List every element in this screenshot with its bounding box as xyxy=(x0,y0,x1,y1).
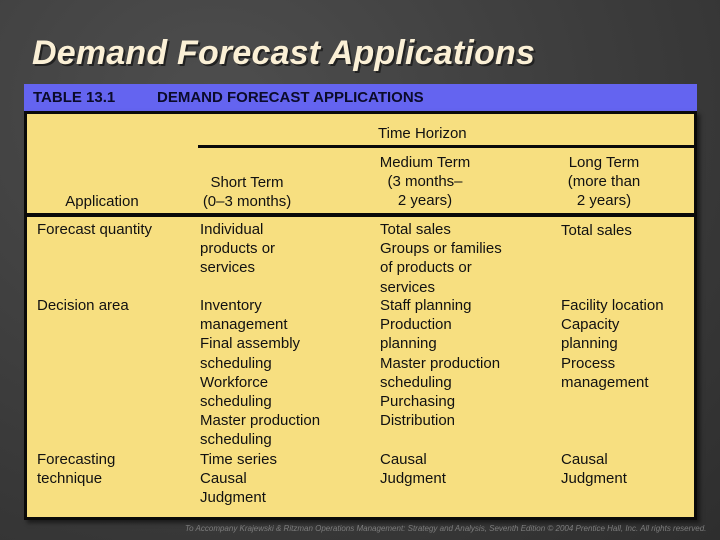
header-line: Long Term xyxy=(568,154,640,171)
cell-line: services xyxy=(200,259,256,277)
cell-line: Distribution xyxy=(380,412,456,430)
cell-line: Causal xyxy=(561,451,608,468)
header-line: 2 years) xyxy=(397,192,453,210)
cell-line: management xyxy=(561,373,649,391)
cell-long: Total sales xyxy=(561,221,632,240)
cell-short: Inventory management Final assembly schedul… xyxy=(200,296,320,450)
header-line: (more than xyxy=(567,173,641,191)
cell-line: Total sales xyxy=(380,221,451,238)
forecast-table: Time Horizon Application Short Term (0–3… xyxy=(24,111,697,520)
cell-line: products or xyxy=(200,240,276,258)
cell-line: scheduling xyxy=(200,431,272,449)
cell-line: Time series xyxy=(200,451,277,468)
column-header-application: Application xyxy=(65,193,139,210)
header-line: (3 months– xyxy=(387,173,463,191)
cell-medium: Total sales Groups or families of products… xyxy=(380,220,502,297)
cell-line: planning xyxy=(380,335,437,353)
cell-long: Causal Judgment xyxy=(561,450,627,488)
cell-line: Decision area xyxy=(37,297,129,314)
cell-medium: Staff planning Production planning Master p… xyxy=(380,296,500,430)
cell-line: Inventory xyxy=(200,297,262,314)
table-caption: DEMAND FORECAST APPLICATIONS xyxy=(157,89,424,106)
cell-line: Forecasting xyxy=(37,451,116,468)
slide-title: Demand Forecast Applications xyxy=(32,34,536,72)
cell-line: Forecast quantity xyxy=(37,221,153,238)
cell-short: Time series Causal Judgment xyxy=(200,450,277,508)
cell-application: Forecasting technique xyxy=(37,450,115,488)
cell-line: Final assembly xyxy=(200,335,301,353)
column-header-long-term: Long Term (more than 2 years) xyxy=(539,153,669,211)
cell-line: management xyxy=(200,316,288,334)
cell-line: Individual xyxy=(200,221,264,238)
header-line: (0–3 months) xyxy=(202,193,292,211)
cell-line: scheduling xyxy=(200,354,272,372)
cell-line: Capacity xyxy=(561,316,620,334)
cell-line: Facility location xyxy=(561,297,664,314)
cell-long: Facility location Capacity planning Process… xyxy=(561,296,664,392)
cell-line: Total sales xyxy=(561,222,632,239)
cell-line: services xyxy=(380,278,436,296)
cell-line: Judgment xyxy=(380,470,446,488)
cell-line: scheduling xyxy=(380,373,452,391)
cell-line: Workforce xyxy=(200,373,269,391)
column-header-short-term: Short Term (0–3 months) xyxy=(187,173,307,211)
cell-line: Purchasing xyxy=(380,393,456,411)
header-line: Short Term xyxy=(210,174,284,191)
table-number: TABLE 13.1 xyxy=(33,89,116,106)
header-line: Medium Term xyxy=(379,154,471,171)
cell-line: Production xyxy=(380,316,452,334)
cell-line: Judgment xyxy=(561,470,627,488)
cell-line: Causal xyxy=(200,470,247,488)
cell-line: Causal xyxy=(380,451,427,468)
time-horizon-rule xyxy=(198,145,694,148)
time-horizon-header: Time Horizon xyxy=(378,125,467,142)
cell-line: planning xyxy=(561,335,618,353)
cell-short: Individual products or services xyxy=(200,220,275,278)
cell-application: Forecast quantity xyxy=(37,220,152,239)
cell-application: Decision area xyxy=(37,296,129,315)
cell-line: Master production xyxy=(200,412,321,430)
cell-line: scheduling xyxy=(200,393,272,411)
cell-line: Judgment xyxy=(200,489,266,507)
copyright-footer: To Accompany Krajewski & Ritzman Operati… xyxy=(185,524,707,533)
header-rule xyxy=(27,213,694,217)
cell-line: technique xyxy=(37,470,103,488)
cell-line: Process xyxy=(561,354,616,372)
cell-line: of products or xyxy=(380,259,472,277)
table-caption-band: TABLE 13.1 DEMAND FORECAST APPLICATIONS xyxy=(24,84,697,111)
cell-medium: Causal Judgment xyxy=(380,450,446,488)
cell-line: Groups or families xyxy=(380,240,502,258)
column-header-medium-term: Medium Term (3 months– 2 years) xyxy=(355,153,495,211)
cell-line: Master production xyxy=(380,354,501,372)
header-line: 2 years) xyxy=(576,192,632,210)
cell-line: Staff planning xyxy=(380,297,472,314)
